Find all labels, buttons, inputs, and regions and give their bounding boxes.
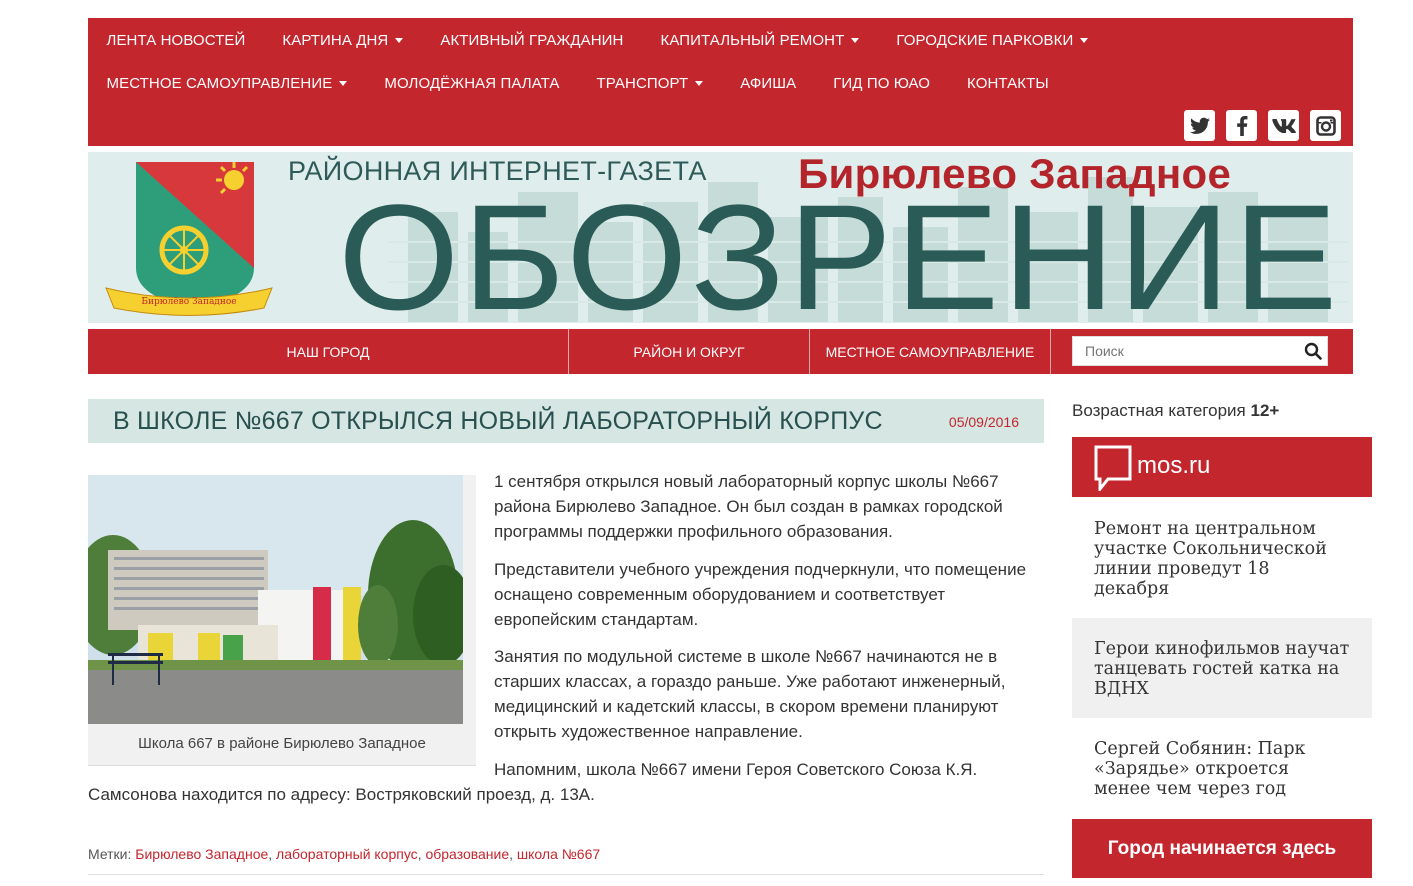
article-paragraph-1: 1 сентября открылся новый лабораторный к…	[494, 472, 1003, 541]
article-date: 05/09/2016	[948, 414, 1019, 430]
article-header: В ШКОЛЕ №667 ОТКРЫЛСЯ НОВЫЙ ЛАБОРАТОРНЫЙ…	[88, 399, 1044, 443]
photo-caption: Школа 667 в районе Бирюлево Западное	[138, 735, 426, 752]
nav-item-guide[interactable]: ГИД ПО ЮАО	[815, 73, 949, 95]
sec-item-local-government[interactable]: МЕСТНОЕ САМОУПРАВЛЕНИЕ	[810, 329, 1051, 374]
site-banner[interactable]: РАЙОННАЯ ИНТЕРНЕТ-ГАЗЕТА Бирюлево Западн…	[88, 152, 1353, 323]
school-photo	[88, 475, 463, 724]
nav-item-youth-chamber[interactable]: МОЛОДЁЖНАЯ ПАЛАТА	[366, 73, 578, 95]
article-paragraph-4: Напомним, школа №667 имени Героя Советск…	[88, 760, 978, 804]
mos-ru-label: mos.ru	[1137, 452, 1211, 479]
nav-item-afisha[interactable]: АФИША	[722, 73, 815, 95]
crest-ribbon-text: Бирюлёво Западное	[141, 297, 236, 307]
tag-link[interactable]: Бирюлево Западное	[135, 846, 268, 862]
nav-item-capital-repair[interactable]: КАПИТАЛЬНЫЙ РЕМОНТ	[642, 30, 878, 52]
city-starts-here-button[interactable]: Город начинается здесь	[1072, 819, 1372, 878]
twitter-icon[interactable]	[1184, 110, 1215, 141]
caret-down-icon	[1080, 37, 1089, 43]
search-input[interactable]	[1073, 343, 1299, 359]
search-box	[1072, 336, 1328, 366]
mos-ru-widget[interactable]: mos.ru	[1072, 437, 1372, 497]
article-paragraph-2: Представители учебного учреждения подчер…	[494, 560, 1027, 629]
vk-icon[interactable]	[1268, 110, 1299, 141]
tags-label: Метки:	[88, 846, 132, 862]
speech-bubble-icon	[1094, 445, 1132, 491]
top-navigation: ЛЕНТА НОВОСТЕЙ КАРТИНА ДНЯ АКТИВНЫЙ ГРАЖ…	[88, 18, 1353, 146]
sec-item-our-city[interactable]: НАШ ГОРОД	[88, 329, 569, 374]
nav-item-news-feed[interactable]: ЛЕНТА НОВОСТЕЙ	[88, 30, 264, 52]
instagram-icon[interactable]	[1310, 110, 1341, 141]
sidebar-news-item[interactable]: Сергей Собянин: Парк «Зарядье» откроется…	[1072, 739, 1372, 799]
facebook-icon[interactable]	[1226, 110, 1257, 141]
article-tags: Метки: Бирюлево Западное, лабораторный к…	[88, 846, 601, 862]
banner-title: ОБОЗРЕНИЕ	[338, 173, 1341, 323]
age-category: Возрастная категория 12+	[1072, 401, 1279, 421]
caret-down-icon	[695, 80, 704, 86]
search-icon	[1304, 342, 1322, 360]
article-paragraph-3: Занятия по модульной системе в школе №66…	[494, 647, 1006, 741]
caret-down-icon	[395, 37, 404, 43]
sec-item-district[interactable]: РАЙОН И ОКРУГ	[569, 329, 810, 374]
nav-item-city-parking[interactable]: ГОРОДСКИЕ ПАРКОВКИ	[878, 30, 1107, 52]
nav-item-transport[interactable]: ТРАНСПОРТ	[578, 73, 722, 95]
sidebar-news-item[interactable]: Ремонт на центральном участке Сокольниче…	[1072, 519, 1372, 599]
search-button[interactable]	[1298, 337, 1327, 365]
nav-item-picture-of-day[interactable]: КАРТИНА ДНЯ	[264, 30, 422, 52]
top-nav-row-2: МЕСТНОЕ САМОУПРАВЛЕНИЕ МОЛОДЁЖНАЯ ПАЛАТА…	[88, 73, 1067, 95]
caret-down-icon	[851, 37, 860, 43]
article-figure: Школа 667 в районе Бирюлево Западное	[88, 475, 476, 766]
nav-item-active-citizen[interactable]: АКТИВНЫЙ ГРАЖДАНИН	[422, 30, 642, 52]
tag-link[interactable]: образование	[425, 846, 509, 862]
divider	[88, 874, 1044, 875]
caret-down-icon	[339, 80, 348, 86]
district-crest-logo: Бирюлёво Западное	[105, 162, 273, 316]
tag-link[interactable]: лабораторный корпус	[276, 846, 418, 862]
sidebar-news-item[interactable]: Герои кинофильмов научат танцевать госте…	[1072, 618, 1372, 718]
tag-link[interactable]: школа №667	[517, 846, 600, 862]
social-links	[1184, 110, 1341, 141]
age-category-label: Возрастная категория	[1072, 401, 1246, 420]
nav-item-contacts[interactable]: КОНТАКТЫ	[949, 73, 1068, 95]
article-title: В ШКОЛЕ №667 ОТКРЫЛСЯ НОВЫЙ ЛАБОРАТОРНЫЙ…	[113, 407, 883, 435]
top-nav-row-1: ЛЕНТА НОВОСТЕЙ КАРТИНА ДНЯ АКТИВНЫЙ ГРАЖ…	[88, 30, 1107, 52]
age-category-value: 12+	[1250, 401, 1280, 420]
section-navigation: НАШ ГОРОД РАЙОН И ОКРУГ МЕСТНОЕ САМОУПРА…	[88, 329, 1353, 374]
nav-item-local-government[interactable]: МЕСТНОЕ САМОУПРАВЛЕНИЕ	[88, 73, 366, 95]
